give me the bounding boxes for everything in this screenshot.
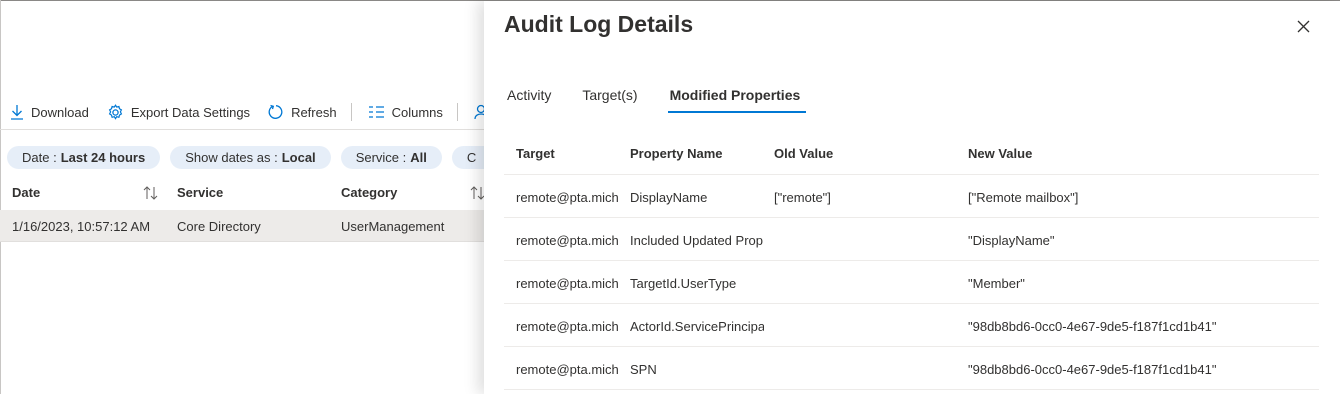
target-cell: remote@pta.mich	[516, 190, 619, 205]
columns-label: Columns	[391, 104, 443, 120]
download-label: Download	[31, 104, 89, 120]
refresh-label: Refresh	[291, 104, 337, 120]
filter-prefix: Service :	[355, 150, 407, 165]
old-value-cell: ["remote"]	[774, 190, 831, 205]
table-row: remote@pta.mich TargetId.UserType "Membe…	[504, 261, 1319, 304]
close-icon	[1297, 20, 1309, 32]
table-row[interactable]: 1/16/2023, 10:57:12 AM Core Directory Us…	[0, 210, 484, 241]
new-value-cell: "98db8bd6-0cc0-4e67-9de5-f187f1cd1b41"	[968, 319, 1217, 334]
close-button[interactable]	[1292, 15, 1314, 37]
property-name-cell: ActorId.ServicePrincipa	[630, 319, 764, 334]
property-name-cell: Included Updated Prop	[630, 233, 763, 248]
property-name-cell: SPN	[630, 362, 657, 377]
tab-targets[interactable]: Target(s)	[582, 85, 637, 113]
audit-log-page: Download Export Data Settings Refresh Co…	[0, 0, 484, 394]
tab-modified-properties[interactable]: Modified Properties	[667, 85, 806, 113]
filter-prefix: C	[466, 150, 477, 165]
service-cell: Core Directory	[177, 219, 261, 234]
panel-tabs: Activity Target(s) Modified Properties	[507, 85, 833, 113]
filter-value: Last 24 hours	[60, 150, 146, 165]
date-filter-pill[interactable]: Date : Last 24 hours	[7, 146, 161, 169]
tab-activity[interactable]: Activity	[507, 85, 551, 113]
toolbar-separator	[456, 103, 458, 121]
target-cell: remote@pta.mich	[516, 362, 619, 377]
filter-prefix: Date :	[22, 150, 57, 165]
columns-icon	[368, 106, 384, 118]
service-column-header[interactable]: Service	[177, 185, 223, 200]
category-column-header[interactable]: Category	[341, 185, 397, 200]
refresh-icon	[268, 104, 283, 119]
property-name-cell: DisplayName	[630, 190, 708, 205]
new-value-column-header: New Value	[968, 146, 1033, 161]
filter-prefix: Show dates as :	[185, 150, 278, 165]
row-divider	[0, 241, 484, 242]
new-value-cell: "98db8bd6-0cc0-4e67-9de5-f187f1cd1b41"	[968, 362, 1217, 377]
sort-icon[interactable]	[143, 186, 159, 200]
filter-pills: Date : Last 24 hours Show dates as : Local…	[7, 146, 484, 169]
table-row: remote@pta.mich Included Updated Prop "D…	[504, 218, 1319, 261]
download-button[interactable]: Download	[0, 96, 97, 128]
property-name-cell: TargetId.UserType	[630, 276, 737, 291]
table-row: remote@pta.mich SPN "98db8bd6-0cc0-4e67-…	[504, 347, 1319, 390]
columns-button[interactable]: Columns	[358, 96, 451, 128]
toolbar-divider	[0, 129, 484, 130]
modified-properties-table: Target Property Name Old Value New Value…	[504, 133, 1319, 390]
audit-log-details-panel: Audit Log Details Activity Target(s) Mod…	[484, 1, 1340, 394]
panel-title: Audit Log Details	[504, 11, 694, 37]
old-value-column-header: Old Value	[774, 146, 834, 161]
target-cell: remote@pta.mich	[516, 276, 619, 291]
show-dates-filter-pill[interactable]: Show dates as : Local	[170, 146, 331, 169]
date-cell: 1/16/2023, 10:57:12 AM	[12, 219, 151, 234]
export-data-settings-button[interactable]: Export Data Settings	[97, 96, 258, 128]
target-cell: remote@pta.mich	[516, 319, 619, 334]
download-icon	[11, 105, 23, 120]
category-cell: UserManagement	[341, 219, 445, 234]
toolbar-separator	[350, 103, 352, 121]
export-data-settings-label: Export Data Settings	[130, 104, 251, 120]
target-cell: remote@pta.mich	[516, 233, 619, 248]
gear-icon	[108, 103, 123, 120]
grid-header: Date Service Category	[0, 178, 484, 208]
service-filter-pill[interactable]: Service : All	[340, 146, 442, 169]
property-name-column-header: Property Name	[630, 146, 723, 161]
new-value-cell: "DisplayName"	[968, 233, 1055, 248]
target-column-header: Target	[516, 146, 555, 161]
feedback-button[interactable]	[464, 96, 484, 128]
date-column-header[interactable]: Date	[12, 185, 40, 200]
command-bar: Download Export Data Settings Refresh Co…	[0, 96, 484, 128]
filter-value: All	[410, 150, 427, 165]
table-row: remote@pta.mich ActorId.ServicePrincipa …	[504, 304, 1319, 347]
person-icon	[474, 104, 484, 120]
refresh-button[interactable]: Refresh	[258, 96, 345, 128]
new-value-cell: ["Remote mailbox"]	[968, 190, 1079, 205]
table-row: remote@pta.mich DisplayName ["remote"] […	[504, 175, 1319, 218]
sort-icon[interactable]	[470, 186, 484, 200]
table-header: Target Property Name Old Value New Value	[504, 133, 1319, 175]
category-filter-pill[interactable]: C	[451, 146, 484, 169]
new-value-cell: "Member"	[968, 276, 1025, 291]
filter-value: Local	[281, 150, 316, 165]
